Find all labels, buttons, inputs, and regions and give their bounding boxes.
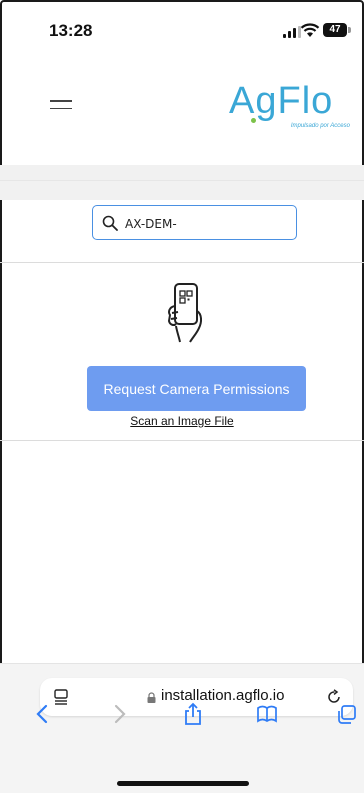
- safari-toolbar: installation.agflo.io: [0, 663, 364, 793]
- tabs-overview-icon[interactable]: [336, 702, 358, 726]
- logo-text: AgFlo: [229, 80, 334, 122]
- wifi-icon: [300, 23, 320, 37]
- battery-icon: 47: [323, 23, 347, 37]
- logo-tagline: Impulsado por Acceso: [290, 123, 350, 129]
- tabs-icon[interactable]: [54, 689, 68, 705]
- section-divider-bottom: [0, 440, 364, 441]
- cellular-signal-icon: [283, 26, 301, 38]
- share-icon[interactable]: [182, 702, 204, 726]
- forward-icon[interactable]: [108, 702, 130, 726]
- menu-icon[interactable]: [50, 100, 72, 110]
- app-header: AgFlo Impulsado por Acceso: [0, 60, 364, 165]
- back-icon[interactable]: [32, 702, 54, 726]
- section-divider-top: [0, 262, 364, 263]
- bookmarks-icon[interactable]: [256, 702, 278, 726]
- scan-image-file-link[interactable]: Scan an Image File: [0, 414, 364, 428]
- agflo-logo: AgFlo Impulsado por Acceso: [229, 80, 354, 142]
- header-divider-band: [0, 165, 364, 200]
- search-icon: [102, 215, 118, 231]
- request-camera-permissions-button[interactable]: Request Camera Permissions: [87, 366, 306, 411]
- phone-qr-hand-icon: [167, 283, 203, 343]
- status-time: 13:28: [49, 21, 93, 40]
- search-input[interactable]: [123, 212, 292, 236]
- home-indicator: [117, 781, 249, 786]
- search-box[interactable]: [92, 205, 297, 240]
- lock-icon: [147, 692, 156, 703]
- logo-dot: [251, 118, 256, 123]
- status-bar: 13:28 47: [0, 0, 364, 60]
- battery-tip: [348, 27, 351, 33]
